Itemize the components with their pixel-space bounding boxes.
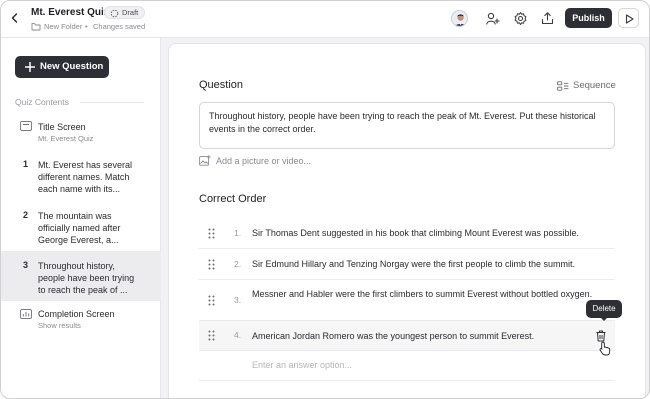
- title-screen-icon: [20, 121, 32, 131]
- answer-row-3[interactable]: 3. Messner and Habler were the first cli…: [199, 280, 615, 321]
- delete-tooltip: Delete: [586, 300, 622, 321]
- app-window: Mt. Everest Quiz Draft New Folder • Chan…: [0, 0, 650, 399]
- answer-row-1[interactable]: 1. Sir Thomas Dent suggested in his book…: [199, 218, 615, 249]
- image-add-icon: [199, 155, 211, 166]
- drag-handle-icon[interactable]: [208, 295, 215, 306]
- question-editor: Question Sequence Throughout history, pe…: [168, 43, 646, 398]
- sidebar-item-completion-screen[interactable]: Completion Screen Show results: [1, 306, 161, 334]
- sidebar-item-label: Title Screen: [38, 122, 86, 132]
- folder-icon: [31, 23, 41, 31]
- sidebar-item-title-screen[interactable]: Title Screen Mt. Everest Quiz: [1, 118, 161, 148]
- add-user-icon[interactable]: [485, 11, 500, 26]
- preview-button[interactable]: [618, 8, 639, 28]
- question-number: 2: [23, 210, 29, 220]
- answer-text[interactable]: Messner and Habler were the first climbe…: [252, 288, 597, 300]
- status-badge-label: Draft: [122, 8, 139, 17]
- answer-number: 2.: [234, 259, 242, 269]
- question-heading: Question: [199, 79, 244, 91]
- answer-text[interactable]: American Jordan Romero was the youngest …: [252, 330, 597, 342]
- quiz-contents-heading: Quiz Contents: [15, 97, 69, 107]
- share-icon[interactable]: [540, 11, 555, 26]
- play-icon: [625, 14, 634, 24]
- answer-number: 1.: [234, 228, 242, 238]
- publish-button[interactable]: Publish: [565, 8, 612, 28]
- avatar[interactable]: [451, 10, 468, 27]
- draft-icon: [110, 9, 119, 18]
- new-answer-row: [199, 351, 615, 381]
- gear-icon[interactable]: [513, 11, 528, 26]
- hand-cursor-icon: [599, 341, 611, 356]
- question-type-label: Sequence: [573, 80, 616, 91]
- sidebar-item-question-3[interactable]: 3 Throughout history, people have been t…: [1, 251, 161, 301]
- new-question-label: New Question: [40, 61, 104, 72]
- sidebar: New Question Quiz Contents Title Screen …: [1, 38, 161, 398]
- answer-text[interactable]: Sir Edmund Hillary and Tenzing Norgay we…: [252, 258, 597, 270]
- drag-handle-icon[interactable]: [208, 228, 215, 239]
- top-bar: Mt. Everest Quiz Draft New Folder • Chan…: [1, 1, 649, 38]
- sidebar-item-label: Completion Screen: [38, 309, 115, 319]
- sidebar-item-label: Mt. Everest has several different names.…: [38, 160, 133, 195]
- sidebar-item-sublabel: Mt. Everest Quiz: [38, 134, 94, 143]
- folder-name[interactable]: New Folder: [44, 22, 82, 31]
- answer-row-2[interactable]: 2. Sir Edmund Hillary and Tenzing Norgay…: [199, 249, 615, 280]
- question-number: 3: [23, 260, 29, 270]
- plus-icon: [25, 62, 35, 72]
- question-text-field[interactable]: Throughout history, people have been try…: [199, 102, 615, 149]
- sidebar-item-sublabel: Show results: [38, 321, 81, 330]
- sidebar-item-question-1[interactable]: 1 Mt. Everest has several different name…: [1, 156, 161, 196]
- separator-dot: •: [85, 22, 88, 31]
- sequence-icon: [557, 81, 569, 91]
- sidebar-item-label: Throughout history, people have been try…: [38, 261, 135, 296]
- back-chevron-icon[interactable]: [8, 11, 22, 25]
- drag-handle-icon[interactable]: [208, 259, 215, 270]
- sidebar-item-label: The mountain was officially named after …: [38, 211, 121, 246]
- answer-row-4[interactable]: 4. American Jordan Romero was the younge…: [199, 321, 615, 351]
- status-badge: Draft: [104, 6, 146, 19]
- new-answer-input[interactable]: [252, 360, 552, 370]
- divider: [80, 102, 144, 103]
- question-number: 1: [23, 159, 29, 169]
- answer-number: 4.: [234, 330, 242, 340]
- correct-order-heading: Correct Order: [199, 193, 267, 205]
- new-question-button[interactable]: New Question: [15, 56, 109, 78]
- add-media-label: Add a picture or video...: [216, 156, 312, 166]
- sidebar-item-question-2[interactable]: 2 The mountain was officially named afte…: [1, 207, 161, 247]
- results-icon: [20, 309, 32, 319]
- answer-number: 3.: [234, 295, 242, 305]
- drag-handle-icon[interactable]: [208, 330, 215, 341]
- quiz-title[interactable]: Mt. Everest Quiz: [31, 7, 109, 18]
- save-status: Changes saved: [93, 22, 146, 31]
- answer-text[interactable]: Sir Thomas Dent suggested in his book th…: [252, 227, 597, 239]
